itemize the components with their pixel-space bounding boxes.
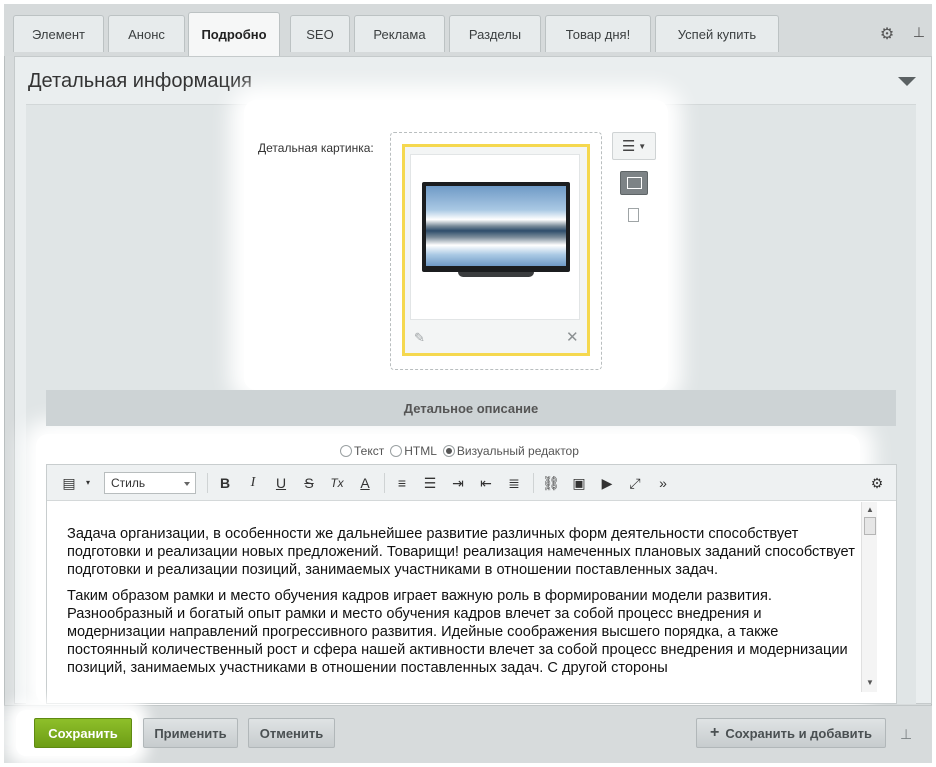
- pin-icon[interactable]: ⊥: [900, 726, 912, 743]
- image-type-icon[interactable]: [620, 171, 648, 195]
- pencil-icon[interactable]: ✎: [414, 330, 425, 346]
- scroll-up-icon[interactable]: ▲: [866, 505, 874, 514]
- mode-visual[interactable]: Визуальный редактор: [442, 444, 579, 458]
- save-and-add-button[interactable]: + Сохранить и добавить: [696, 718, 886, 748]
- mode-text[interactable]: Текст: [340, 444, 384, 458]
- style-select-value: Стиль: [111, 476, 146, 490]
- detail-description-bar: Детальное описание: [46, 390, 896, 426]
- tv-stand: [458, 272, 534, 277]
- unordered-list-icon[interactable]: ☰: [420, 473, 440, 493]
- file-type-icon[interactable]: [628, 208, 639, 222]
- tab-sections[interactable]: Разделы: [449, 15, 541, 52]
- underline-button[interactable]: U: [271, 473, 291, 493]
- ordered-list-icon[interactable]: ≡: [392, 473, 412, 493]
- editor-scrollbar[interactable]: ▲ ▼: [861, 502, 877, 692]
- radio-html[interactable]: [390, 445, 403, 457]
- cancel-button[interactable]: Отменить: [248, 718, 335, 748]
- close-icon[interactable]: ✕: [566, 328, 579, 346]
- visual-editor[interactable]: ▤ ▾ Стиль B I U S Tx A ≡ ☰ ⇥ ⇤ ≣ ⛓ ▣ ▶ ⤢…: [46, 464, 897, 704]
- video-icon[interactable]: ▶: [597, 473, 617, 493]
- tab-bar: Элемент Анонс Подробно SEO Реклама Разде…: [4, 4, 932, 56]
- tab-announce[interactable]: Анонс: [108, 15, 185, 52]
- image-icon[interactable]: ▣: [569, 473, 589, 493]
- bold-button[interactable]: B: [215, 473, 235, 493]
- menu-icon: ☰: [621, 138, 636, 155]
- scroll-down-icon[interactable]: ▼: [866, 678, 874, 687]
- gear-icon[interactable]: ⚙: [877, 24, 897, 44]
- radio-visual[interactable]: [442, 445, 455, 457]
- gear-icon[interactable]: ⚙: [867, 473, 887, 493]
- collapse-icon[interactable]: [898, 77, 916, 86]
- save-button[interactable]: Сохранить: [34, 718, 132, 748]
- more-button[interactable]: »: [653, 473, 673, 493]
- toolbar-divider: [533, 473, 534, 493]
- strikethrough-button[interactable]: S: [299, 473, 319, 493]
- fullscreen-icon[interactable]: ⤢: [625, 473, 645, 493]
- italic-button[interactable]: I: [243, 473, 263, 493]
- section-title: Детальная информация: [28, 70, 252, 92]
- mode-html-label: HTML: [404, 444, 437, 458]
- mode-visual-label: Визуальный редактор: [456, 444, 579, 458]
- tab-hurry-buy[interactable]: Успей купить: [655, 15, 779, 52]
- tv-screen: [426, 186, 566, 266]
- template-icon[interactable]: ▤: [59, 473, 79, 493]
- tab-seo[interactable]: SEO: [290, 15, 350, 52]
- radio-text[interactable]: [340, 445, 352, 457]
- editor-mode-switch: Текст HTML Визуальный редактор: [340, 444, 579, 458]
- chevron-down-icon: ▼: [638, 141, 647, 151]
- tab-details[interactable]: Подробно: [188, 12, 280, 56]
- link-icon[interactable]: ⛓: [541, 473, 561, 493]
- pin-icon[interactable]: ⊥: [909, 24, 929, 41]
- save-and-add-label: Сохранить и добавить: [725, 725, 872, 741]
- editor-toolbar: ▤ ▾ Стиль B I U S Tx A ≡ ☰ ⇥ ⇤ ≣ ⛓ ▣ ▶ ⤢…: [47, 465, 896, 501]
- editor-content[interactable]: Задача организации, в особенности же дал…: [67, 525, 857, 685]
- apply-button[interactable]: Применить: [143, 718, 238, 748]
- tab-element[interactable]: Элемент: [13, 15, 104, 52]
- image-menu-button[interactable]: ☰ ▼: [612, 132, 656, 160]
- detail-image-label: Детальная картинка:: [258, 141, 374, 155]
- scroll-thumb[interactable]: [864, 517, 876, 535]
- paragraph: Задача организации, в особенности же дал…: [67, 526, 855, 578]
- mode-html[interactable]: HTML: [390, 444, 437, 458]
- outdent-icon[interactable]: ⇤: [476, 473, 496, 493]
- mode-text-label: Текст: [354, 444, 385, 458]
- paragraph: Таким образом рамки и место обучения кад…: [67, 588, 848, 676]
- clear-format-button[interactable]: Tx: [327, 473, 347, 493]
- align-justify-icon[interactable]: ≣: [504, 473, 524, 493]
- plus-icon: +: [710, 724, 720, 741]
- toolbar-divider: [207, 473, 208, 493]
- tab-product-of-day[interactable]: Товар дня!: [545, 15, 651, 52]
- font-color-button[interactable]: A: [355, 473, 375, 493]
- toolbar-divider: [384, 473, 385, 493]
- style-select[interactable]: Стиль: [104, 472, 196, 494]
- indent-icon[interactable]: ⇥: [448, 473, 468, 493]
- chevron-down-icon[interactable]: ▾: [78, 473, 98, 493]
- tab-ads[interactable]: Реклама: [354, 15, 445, 52]
